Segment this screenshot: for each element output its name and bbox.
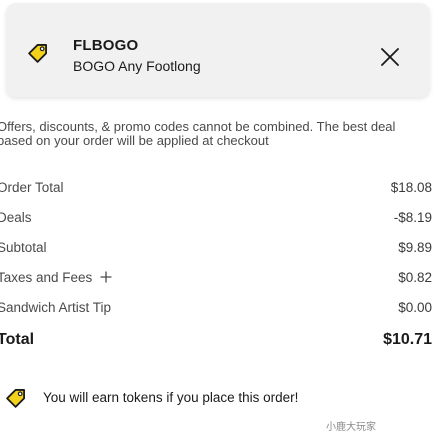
- row-label: Sandwich Artist Tip: [0, 300, 112, 315]
- close-icon[interactable]: [378, 45, 402, 69]
- promo-notice: Offers, discounts, & promo codes cannot …: [0, 119, 396, 148]
- row-label: Deals: [0, 210, 32, 225]
- summary-row-tip: Sandwich Artist Tip $0.00: [0, 300, 432, 320]
- taxes-label: Taxes and Fees: [0, 270, 93, 285]
- promo-code: FLBOGO: [73, 37, 139, 54]
- tokens-message: You will earn tokens if you place this o…: [43, 390, 299, 405]
- total-label: Total: [0, 331, 35, 348]
- total-value: $10.71: [383, 331, 432, 348]
- row-label: Subtotal: [0, 240, 47, 255]
- token-tag-icon: [6, 389, 25, 408]
- tag-icon: [28, 44, 47, 63]
- row-label[interactable]: Taxes and Fees: [0, 270, 112, 285]
- row-value: -$8.19: [393, 210, 432, 225]
- watermark: 小鹿大玩家: [326, 422, 376, 433]
- summary-row-total: Total $10.71: [0, 331, 432, 351]
- row-value: $0.00: [398, 300, 432, 315]
- row-label: Order Total: [0, 180, 64, 195]
- plus-icon[interactable]: [100, 271, 112, 283]
- row-value: $0.82: [398, 270, 432, 285]
- summary-row-taxes[interactable]: Taxes and Fees $0.82: [0, 270, 432, 290]
- promo-description: BOGO Any Footlong: [73, 58, 201, 74]
- summary-row-deals: Deals -$8.19: [0, 210, 432, 230]
- promo-card: FLBOGO BOGO Any Footlong: [6, 3, 430, 97]
- row-value: $9.89: [398, 240, 432, 255]
- row-value: $18.08: [390, 180, 432, 195]
- summary-row-subtotal: Subtotal $9.89: [0, 240, 432, 260]
- summary-row-order-total: Order Total $18.08: [0, 180, 432, 200]
